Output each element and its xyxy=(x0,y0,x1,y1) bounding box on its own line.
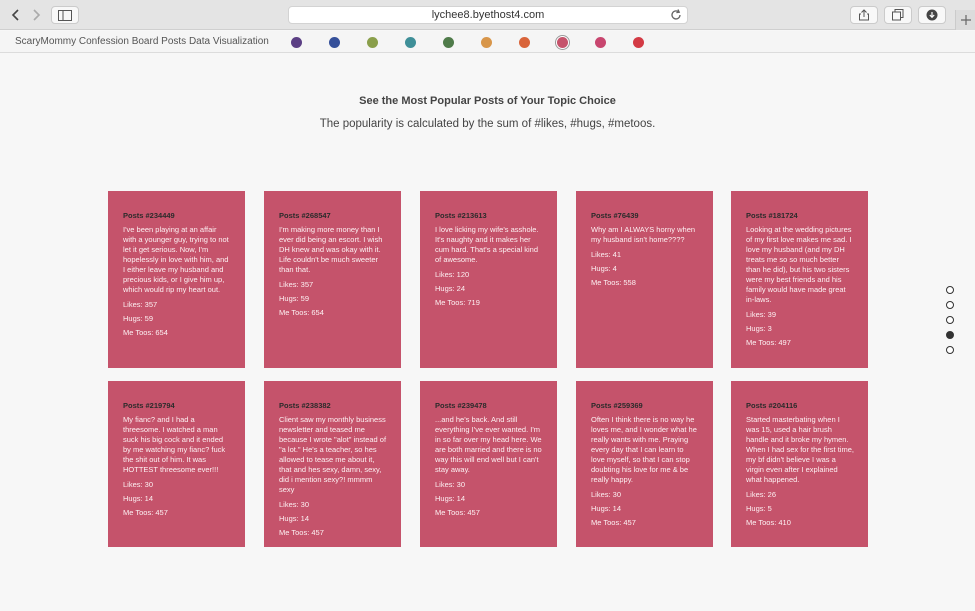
topic-dot-3[interactable] xyxy=(367,37,378,48)
post-metoos: Me Toos: 654 xyxy=(279,308,324,317)
new-tab-button[interactable] xyxy=(955,10,975,30)
post-likes: Likes: 26 xyxy=(746,490,777,499)
downloads-button[interactable] xyxy=(918,6,946,24)
post-card: Posts #234449 I've been playing at an aff… xyxy=(108,191,245,368)
post-body: ...and he's back. And still everything I… xyxy=(435,415,542,474)
post-body: I've been playing at an affair with a yo… xyxy=(123,225,229,294)
app-title: ScaryMommy Confession Board Posts Data V… xyxy=(15,36,269,47)
post-title: Posts #234449 xyxy=(123,211,175,220)
section-nav-dot-1[interactable] xyxy=(946,286,954,294)
topic-dot-4[interactable] xyxy=(405,37,416,48)
topic-dot-1[interactable] xyxy=(291,37,302,48)
section-nav-dot-3[interactable] xyxy=(946,316,954,324)
topic-dot-7[interactable] xyxy=(519,37,530,48)
post-hugs: Hugs: 59 xyxy=(279,294,310,303)
post-hugs: Hugs: 59 xyxy=(123,314,154,323)
post-title: Posts #268547 xyxy=(279,211,331,220)
post-likes: Likes: 30 xyxy=(279,500,310,509)
post-metoos: Me Toos: 457 xyxy=(123,508,168,517)
plus-icon xyxy=(960,15,971,25)
post-likes: Likes: 30 xyxy=(123,480,154,489)
post-card: Posts #259369 Often I think there is no w… xyxy=(576,381,713,547)
post-metoos: Me Toos: 497 xyxy=(746,338,791,347)
browser-toolbar: lychee8.byethost4.com xyxy=(0,0,975,30)
post-metoos: Me Toos: 457 xyxy=(591,518,636,527)
post-title: Posts #219794 xyxy=(123,401,175,410)
sidebar-icon xyxy=(58,9,72,21)
chevron-left-icon xyxy=(11,9,19,21)
post-hugs: Hugs: 3 xyxy=(746,324,772,333)
post-hugs: Hugs: 14 xyxy=(591,504,622,513)
url-text: lychee8.byethost4.com xyxy=(431,9,545,21)
post-card: Posts #239478 ...and he's back. And still… xyxy=(420,381,557,547)
topic-dot-10[interactable] xyxy=(633,37,644,48)
post-hugs: Hugs: 14 xyxy=(123,494,154,503)
post-hugs: Hugs: 14 xyxy=(279,514,310,523)
post-hugs: Hugs: 24 xyxy=(435,284,466,293)
post-metoos: Me Toos: 410 xyxy=(746,518,791,527)
post-likes: Likes: 30 xyxy=(435,480,466,489)
topic-dot-6[interactable] xyxy=(481,37,492,48)
post-body: Started masterbating when I was 15, used… xyxy=(746,415,854,484)
app-navbar: ScaryMommy Confession Board Posts Data V… xyxy=(0,31,975,53)
post-card: Posts #204116 Started masterbating when I… xyxy=(731,381,868,547)
download-icon xyxy=(926,9,938,21)
chevron-right-icon xyxy=(33,9,41,21)
post-likes: Likes: 120 xyxy=(435,270,470,279)
topic-dot-2[interactable] xyxy=(329,37,340,48)
tabs-button[interactable] xyxy=(884,6,912,24)
page-heading: See the Most Popular Posts of Your Topic… xyxy=(359,95,616,107)
post-body: My fianc? and I had a threesome. I watch… xyxy=(123,415,226,474)
back-button[interactable] xyxy=(6,6,26,24)
post-title: Posts #239478 xyxy=(435,401,487,410)
post-card: Posts #219794 My fianc? and I had a three… xyxy=(108,381,245,547)
post-metoos: Me Toos: 558 xyxy=(591,278,636,287)
post-metoos: Me Toos: 457 xyxy=(279,528,324,537)
post-card: Posts #268547 I'm making more money than … xyxy=(264,191,401,368)
section-nav-dot-5[interactable] xyxy=(946,346,954,354)
post-likes: Likes: 39 xyxy=(746,310,777,319)
post-card: Posts #76439 Why am I ALWAYS horny when m… xyxy=(576,191,713,368)
post-likes: Likes: 30 xyxy=(591,490,622,499)
post-body: Why am I ALWAYS horny when my husband is… xyxy=(591,225,696,244)
post-title: Posts #259369 xyxy=(591,401,643,410)
post-likes: Likes: 357 xyxy=(123,300,158,309)
post-body: Looking at the wedding pictures of my fi… xyxy=(746,225,852,304)
post-hugs: Hugs: 5 xyxy=(746,504,772,513)
post-card: Posts #181724 Looking at the wedding pict… xyxy=(731,191,868,368)
post-body: I'm making more money than I ever did be… xyxy=(279,225,383,274)
post-likes: Likes: 357 xyxy=(279,280,314,289)
post-card: Posts #213613 I love licking my wife's as… xyxy=(420,191,557,368)
post-metoos: Me Toos: 719 xyxy=(435,298,480,307)
section-nav-dot-4[interactable] xyxy=(946,331,954,339)
forward-button[interactable] xyxy=(26,6,46,24)
post-body: Often I think there is no way he loves m… xyxy=(591,415,697,484)
post-title: Posts #76439 xyxy=(591,211,639,220)
post-body: I love licking my wife's asshole. It's n… xyxy=(435,225,539,264)
post-title: Posts #238382 xyxy=(279,401,331,410)
post-card: Posts #238382 Client saw my monthly busin… xyxy=(264,381,401,547)
post-hugs: Hugs: 4 xyxy=(591,264,617,273)
topic-dot-8[interactable] xyxy=(557,37,568,48)
share-icon xyxy=(859,9,869,21)
page-subheading: The popularity is calculated by the sum … xyxy=(319,118,656,130)
tabs-icon xyxy=(892,9,904,21)
reload-icon[interactable] xyxy=(669,8,683,22)
section-nav-dot-2[interactable] xyxy=(946,301,954,309)
post-metoos: Me Toos: 457 xyxy=(435,508,480,517)
address-bar[interactable]: lychee8.byethost4.com xyxy=(288,6,688,24)
post-likes: Likes: 41 xyxy=(591,250,622,259)
sidebar-toggle-button[interactable] xyxy=(51,6,79,24)
topic-dot-5[interactable] xyxy=(443,37,454,48)
topic-dot-9[interactable] xyxy=(595,37,606,48)
post-hugs: Hugs: 14 xyxy=(435,494,466,503)
post-body: Client saw my monthly business newslette… xyxy=(279,415,387,494)
post-title: Posts #204116 xyxy=(746,401,798,410)
post-title: Posts #213613 xyxy=(435,211,487,220)
post-metoos: Me Toos: 654 xyxy=(123,328,168,337)
post-title: Posts #181724 xyxy=(746,211,798,220)
share-button[interactable] xyxy=(850,6,878,24)
